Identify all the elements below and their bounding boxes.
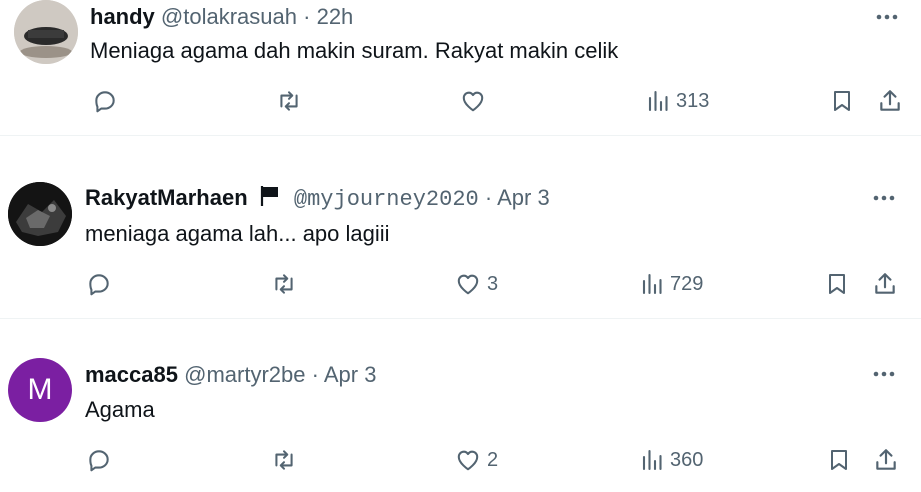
share-upload-icon: [880, 90, 900, 111]
bar-chart-icon: [648, 90, 668, 112]
tweet-text: meniaga agama lah... apo lagiii: [85, 221, 390, 246]
bookmark-button[interactable]: [825, 269, 849, 299]
like-button[interactable]: 3: [455, 269, 498, 299]
views-button[interactable]: 729: [640, 269, 703, 299]
heart-icon: [462, 91, 484, 112]
avatar-rakyatmarhaen[interactable]: [8, 182, 72, 246]
tweet-header: handy @tolakrasuah · 22h: [90, 3, 353, 31]
user-handle[interactable]: @myjourney2020: [294, 187, 479, 212]
tweet-rakyatmarhaen[interactable]: RakyatMarhaen @myjourney2020 · Apr 3 men…: [0, 136, 921, 318]
avatar-macca85[interactable]: M: [8, 358, 72, 422]
share-upload-icon: [876, 449, 896, 470]
tweet-text: Agama: [85, 397, 155, 422]
user-handle[interactable]: @martyr2be: [184, 362, 305, 387]
bookmark-icon: [834, 91, 850, 111]
flag-icon: [260, 186, 278, 206]
more-dots-icon[interactable]: [872, 2, 902, 32]
tweet-header: RakyatMarhaen @myjourney2020 · Apr 3: [85, 184, 550, 214]
reply-bubble-icon: [89, 450, 109, 472]
views-button[interactable]: 313: [646, 86, 709, 116]
like-count: 2: [487, 448, 499, 471]
bar-chart-icon: [642, 449, 662, 471]
reply-bubble-icon: [95, 91, 115, 113]
heart-icon: [457, 450, 479, 471]
avatar-handy[interactable]: [14, 0, 78, 64]
tweet-handy[interactable]: handy @tolakrasuah · 22h Meniaga agama d…: [0, 0, 921, 136]
repost-arrows-icon: [275, 450, 293, 470]
views-button[interactable]: 360: [640, 445, 703, 475]
tweet-header: macca85 @martyr2be · Apr 3: [85, 361, 376, 389]
like-count: 3: [487, 272, 499, 295]
repost-button[interactable]: [270, 445, 304, 475]
reply-button[interactable]: [92, 86, 124, 116]
more-dots-icon[interactable]: [869, 183, 899, 213]
timestamp[interactable]: Apr 3: [497, 185, 550, 210]
like-button[interactable]: 2: [455, 445, 498, 475]
bookmark-icon: [829, 274, 845, 294]
view-count: 729: [670, 272, 704, 295]
display-name[interactable]: handy: [90, 4, 155, 29]
heart-icon: [457, 274, 479, 295]
repost-arrows-icon: [275, 274, 293, 294]
user-handle[interactable]: @tolakrasuah: [161, 4, 297, 29]
share-button[interactable]: [877, 86, 903, 116]
display-name[interactable]: RakyatMarhaen: [85, 185, 248, 210]
like-button[interactable]: [460, 86, 492, 116]
view-count: 313: [676, 89, 710, 112]
tweet-macca85[interactable]: M macca85 @martyr2be · Apr 3 Agama 2 360: [0, 319, 921, 492]
repost-button[interactable]: [275, 86, 309, 116]
separator-dot: ·: [303, 4, 311, 29]
avatar-letter: M: [27, 373, 53, 406]
repost-button[interactable]: [270, 269, 304, 299]
bookmark-icon: [831, 450, 847, 470]
share-button[interactable]: [872, 269, 898, 299]
repost-arrows-icon: [280, 91, 298, 111]
reply-bubble-icon: [89, 274, 109, 296]
share-button[interactable]: [873, 445, 899, 475]
share-upload-icon: [875, 273, 895, 294]
separator-dot: ·: [311, 362, 319, 387]
separator-dot: ·: [484, 185, 493, 210]
bookmark-button[interactable]: [827, 445, 851, 475]
bar-chart-icon: [642, 273, 662, 295]
timestamp[interactable]: Apr 3: [324, 362, 377, 387]
timestamp[interactable]: 22h: [317, 4, 354, 29]
reply-button[interactable]: [86, 445, 118, 475]
tweet-text: Meniaga agama dah makin suram. Rakyat ma…: [90, 38, 619, 63]
view-count: 360: [670, 448, 704, 471]
display-name[interactable]: macca85: [85, 362, 178, 387]
reply-button[interactable]: [86, 269, 118, 299]
more-dots-icon[interactable]: [869, 359, 899, 389]
bookmark-button[interactable]: [830, 86, 854, 116]
